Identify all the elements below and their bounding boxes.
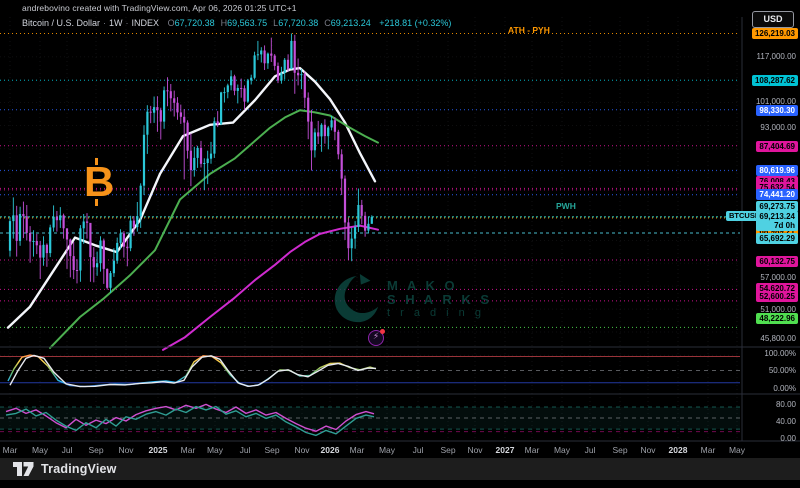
indicator-tick: 100.00% xyxy=(764,348,796,359)
price-label: 74,441.20 xyxy=(756,189,798,200)
indicator-tick: 0.00% xyxy=(773,383,796,394)
price-tick: 93,000.00 xyxy=(760,122,796,133)
time-tick-year: 2025 xyxy=(141,445,175,455)
currency-toggle-button[interactable]: USD xyxy=(752,11,794,28)
tradingview-footer-bar: TradingView xyxy=(0,458,800,480)
zap-emoji-sticker[interactable]: ⚡ xyxy=(368,330,384,346)
time-tick: Jul xyxy=(401,445,435,455)
price-label: 108,287.62 xyxy=(752,75,798,86)
indicator-tick: 80.00 xyxy=(776,399,796,410)
tradingview-chart-window: andrebovino created with TradingView.com… xyxy=(0,0,800,488)
time-tick: Sep xyxy=(255,445,289,455)
price-label: 52,600.25 xyxy=(756,291,798,302)
notification-dot xyxy=(380,329,385,334)
time-tick: Nov xyxy=(458,445,492,455)
price-label: 126,219.03 xyxy=(752,28,798,39)
price-label: 87,404.69 xyxy=(756,141,798,152)
time-tick: Mar xyxy=(340,445,374,455)
bottom-strip xyxy=(0,480,800,488)
time-tick-year: 2028 xyxy=(661,445,695,455)
price-tick: 45,800.00 xyxy=(760,333,796,344)
tradingview-logo-icon[interactable] xyxy=(13,462,34,477)
line-label-pwh: PWH xyxy=(556,202,576,211)
price-tick: 57,000.00 xyxy=(760,272,796,283)
indicator-tick: 0.00 xyxy=(780,433,796,444)
indicator-tick: 50.00% xyxy=(769,365,796,376)
time-tick: Nov xyxy=(631,445,665,455)
time-tick: May xyxy=(370,445,404,455)
time-tick: Mar xyxy=(515,445,549,455)
shark-logo-icon xyxy=(331,274,381,324)
current-price-label: 69,213.247d 0h xyxy=(756,211,798,231)
tradingview-logo-text[interactable]: TradingView xyxy=(41,462,117,476)
line-label-ath-pyh: ATH - PYH xyxy=(508,26,550,35)
price-label: 48,222.96 xyxy=(756,313,798,324)
price-label: 60,132.75 xyxy=(756,256,798,267)
price-label: 65,692.29 xyxy=(756,233,798,244)
mako-sharks-watermark: M A K O S H A R K S t r a d i n g xyxy=(331,274,492,324)
price-label: 80,619.96 xyxy=(756,165,798,176)
time-tick: Nov xyxy=(109,445,143,455)
time-tick: Jul xyxy=(573,445,607,455)
bitcoin-icon: B xyxy=(84,160,114,204)
indicator-tick: 40.00 xyxy=(776,416,796,427)
time-tick: Sep xyxy=(79,445,113,455)
price-label: 98,330.30 xyxy=(756,105,798,116)
time-tick: May xyxy=(720,445,754,455)
chart-canvas[interactable] xyxy=(0,0,800,442)
time-tick: May xyxy=(198,445,232,455)
time-axis[interactable]: MarMayJulSepNov2025MarMayJulSepNov2026Ma… xyxy=(0,442,742,458)
price-tick: 117,000.00 xyxy=(757,51,796,62)
price-axis[interactable]: 117,000.00101,000.0093,000.0057,000.0051… xyxy=(742,0,800,442)
